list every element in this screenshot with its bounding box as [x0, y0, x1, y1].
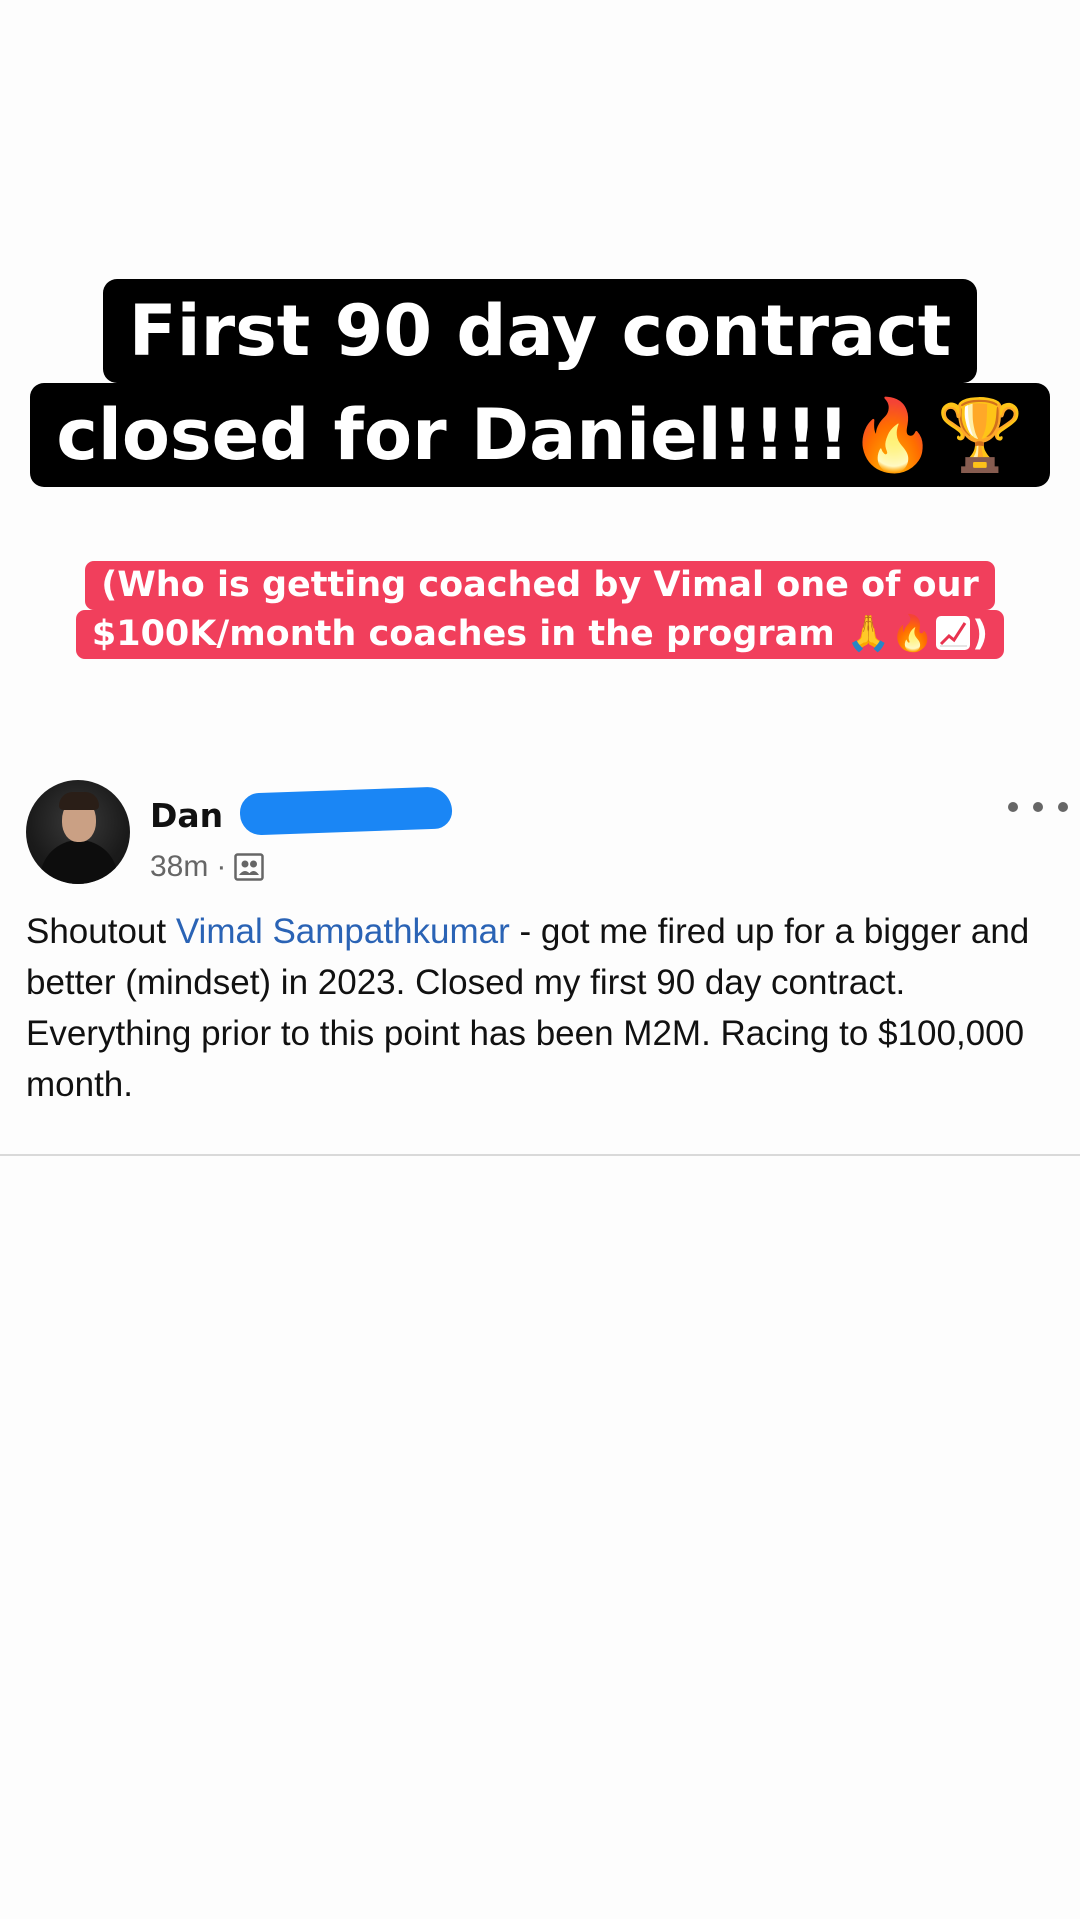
- headline-line-1: First 90 day contract: [102, 279, 978, 383]
- headline-line-2-row: closed for Daniel!!!!🔥🏆: [0, 383, 1080, 487]
- subheadline-line-2-text: $100K/month coaches in the program: [91, 614, 835, 654]
- fire-emoji-icon: 🔥: [890, 614, 935, 654]
- dot-icon: [1008, 802, 1018, 812]
- trophy-emoji-icon: 🏆: [936, 394, 1024, 476]
- subheadline-line-2-row: $100K/month coaches in the program 🙏🔥): [0, 610, 1080, 659]
- dot-icon: [1058, 802, 1068, 812]
- subheadline-line-2: $100K/month coaches in the program 🙏🔥): [75, 610, 1005, 659]
- post-time[interactable]: 38m: [150, 850, 208, 884]
- avatar[interactable]: [26, 780, 130, 884]
- fire-emoji-icon: 🔥: [849, 394, 937, 476]
- post-meta: 38m ·: [150, 850, 265, 884]
- mention-link[interactable]: Vimal Sampathkumar: [176, 912, 510, 951]
- post-body: Shoutout Vimal Sampathkumar - got me fir…: [26, 906, 1066, 1110]
- post-card: Dan 38m · Shoutout Vimal Sampathkumar - …: [0, 760, 1080, 1156]
- dot-icon: [1033, 802, 1043, 812]
- subheadline-line-1-row: (Who is getting coached by Vimal one of …: [0, 561, 1080, 610]
- author-name[interactable]: Dan: [150, 796, 223, 835]
- pray-emoji-icon: 🙏: [846, 614, 891, 654]
- headline-line-2: closed for Daniel!!!!🔥🏆: [30, 383, 1050, 487]
- headline-line-1-row: First 90 day contract: [0, 279, 1080, 383]
- subheadline-line-1: (Who is getting coached by Vimal one of …: [85, 561, 995, 610]
- meta-separator: ·: [216, 850, 227, 883]
- group-icon: [234, 853, 265, 881]
- post-body-before: Shoutout: [26, 912, 176, 951]
- headline-line-2-text: closed for Daniel!!!!: [56, 394, 850, 476]
- chart-increasing-icon: [936, 616, 971, 650]
- redaction-scribble: [239, 786, 453, 836]
- more-options-button[interactable]: [1008, 794, 1068, 820]
- subheadline-close-paren: ): [972, 614, 989, 654]
